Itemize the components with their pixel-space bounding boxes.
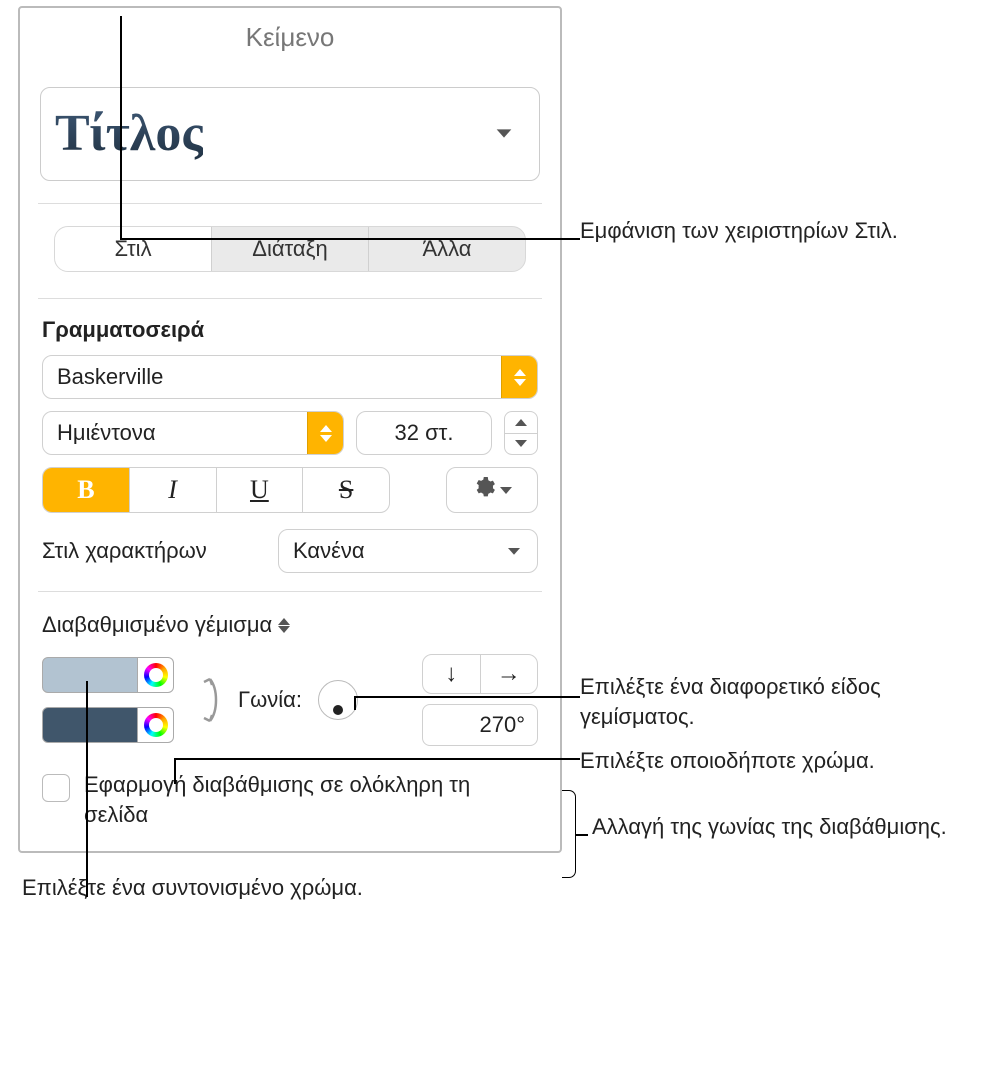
direction-down-button[interactable]: ↓ <box>423 655 481 693</box>
apply-gradient-label: Εφαρμογή διαβάθμισης σε ολόκληρη τη σελί… <box>84 770 538 829</box>
color-wheel-icon <box>144 713 168 737</box>
callouts: Εμφάνιση των χειριστηρίων Στιλ. Επιλέξτε… <box>580 6 1000 12</box>
callout-angle: Αλλαγή της γωνίας της διαβάθμισης. <box>592 812 947 842</box>
character-style-select[interactable]: Κανένα <box>278 529 538 573</box>
callout-fill-type: Επιλέξτε ένα διαφορετικό είδος γεμίσματο… <box>580 672 1000 731</box>
character-style-value: Κανένα <box>293 538 365 564</box>
gear-icon <box>472 475 496 505</box>
font-weight-select[interactable]: Ημιέντονα <box>42 411 344 455</box>
chevron-down-icon <box>491 120 517 146</box>
character-style-label: Στιλ χαρακτήρων <box>42 538 264 564</box>
paragraph-style-select[interactable]: Τίτλος <box>40 87 540 181</box>
color-wheel-1-button[interactable] <box>138 657 174 693</box>
underline-button[interactable]: U <box>217 468 304 512</box>
updown-icon <box>278 618 290 633</box>
gradient-color-1-swatch[interactable] <box>42 657 138 693</box>
bold-button[interactable]: B <box>43 468 130 512</box>
angle-dial[interactable] <box>318 680 358 720</box>
paragraph-style-value: Τίτλος <box>55 104 203 163</box>
callout-any-color: Επιλέξτε οποιοδήποτε χρώμα. <box>580 746 875 776</box>
stepper-up-icon[interactable] <box>505 412 537 434</box>
angle-value-field[interactable]: 270° <box>422 704 538 746</box>
direction-buttons: ↓ → <box>422 654 538 694</box>
callout-style-tab: Εμφάνιση των χειριστηρίων Στιλ. <box>580 216 898 246</box>
advanced-options-button[interactable] <box>446 467 538 513</box>
font-family-value: Baskerville <box>43 356 501 398</box>
fill-type-value: Διαβαθμισμένο γέμισμα <box>42 612 272 638</box>
angle-label: Γωνία: <box>238 687 302 713</box>
tab-more[interactable]: Άλλα <box>369 227 525 271</box>
tab-layout[interactable]: Διάταξη <box>212 227 369 271</box>
font-size-stepper[interactable] <box>504 411 538 455</box>
italic-button[interactable]: I <box>130 468 217 512</box>
tab-style[interactable]: Στιλ <box>55 227 212 271</box>
text-inspector-panel: Κείμενο Τίτλος Στιλ Διάταξη Άλλα Γραμματ… <box>18 6 562 853</box>
color-wheel-icon <box>144 663 168 687</box>
gradient-color-2-swatch[interactable] <box>42 707 138 743</box>
swap-colors-button[interactable] <box>188 673 224 727</box>
font-family-select[interactable]: Baskerville <box>42 355 538 399</box>
inspector-tabs: Στιλ Διάταξη Άλλα <box>54 226 526 272</box>
font-size-field[interactable]: 32 στ. <box>356 411 492 455</box>
font-weight-value: Ημιέντονα <box>43 412 307 454</box>
apply-gradient-checkbox[interactable] <box>42 774 70 802</box>
font-size-value: 32 στ. <box>357 412 491 454</box>
strike-button[interactable]: S <box>303 468 389 512</box>
callout-coord-color: Επιλέξτε ένα συντονισμένο χρώμα. <box>22 873 598 903</box>
color-wheel-2-button[interactable] <box>138 707 174 743</box>
panel-title: Κείμενο <box>20 8 560 65</box>
fill-type-select[interactable]: Διαβαθμισμένο γέμισμα <box>42 612 538 638</box>
font-section-label: Γραμματοσειρά <box>42 317 538 343</box>
direction-right-button[interactable]: → <box>481 655 538 693</box>
stepper-down-icon[interactable] <box>505 434 537 455</box>
text-format-group: B I U S <box>42 467 390 513</box>
